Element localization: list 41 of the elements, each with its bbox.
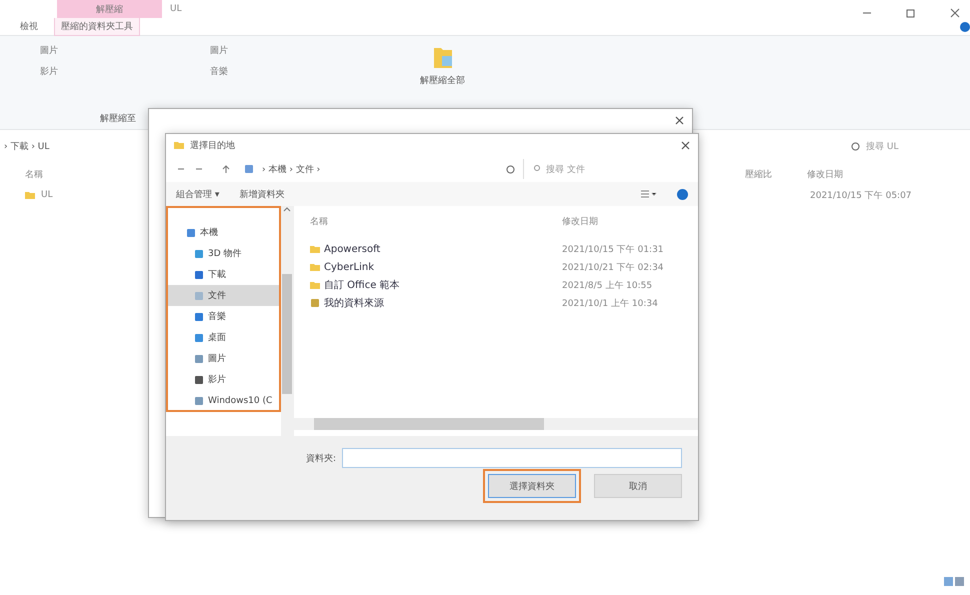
column-header[interactable]: 修改日期 — [562, 214, 682, 228]
dialog-title: 選擇目的地 — [190, 140, 235, 152]
ribbon-item[interactable]: 影片 — [40, 65, 150, 78]
group-label: 解壓縮至 — [100, 112, 136, 125]
table-cell-text: 2021/10/1 上午 10:34 — [562, 298, 659, 310]
file-name[interactable]: UL — [41, 190, 53, 200]
column-header[interactable]: 名稱 — [310, 214, 562, 228]
nav-item[interactable]: 影片 — [166, 369, 281, 390]
ribbon-tab[interactable]: 檢視 — [14, 18, 44, 35]
breadcrumb[interactable]: › 本機 › 文件 › — [262, 162, 498, 176]
table-cell-text: 2021/10/15 下午 01:31 — [562, 244, 665, 256]
column-header[interactable]: 修改日期 — [807, 170, 843, 180]
window-title: UL — [170, 4, 182, 14]
nav-item[interactable]: 圖片 — [166, 348, 281, 369]
nav-item[interactable]: 下載 — [166, 264, 281, 285]
file-name[interactable]: CyberLink — [324, 262, 374, 272]
toolbar-button[interactable]: 組合管理 ▾ — [176, 188, 220, 200]
nav-item[interactable]: 本機 — [166, 222, 281, 243]
field-label: 資料夾: — [306, 452, 336, 464]
nav-item[interactable]: 桌面 — [166, 327, 281, 348]
nav-item[interactable]: Windows10 (C — [166, 390, 281, 411]
nav-item[interactable]: 音樂 — [166, 306, 281, 327]
file-name[interactable]: Apowersoft — [324, 244, 380, 254]
nav-item[interactable]: 文件 — [166, 285, 281, 306]
column-header[interactable]: 名稱 — [25, 170, 43, 180]
breadcrumb[interactable]: › 下載 › UL — [4, 140, 50, 152]
ribbon-item[interactable]: 圖片 — [210, 44, 320, 57]
table-cell-text: 2021/8/5 上午 10:55 — [562, 280, 654, 292]
extract-all-button[interactable]: 解壓縮全部 — [420, 74, 465, 87]
file-name[interactable]: 自訂 Office 範本 — [324, 278, 400, 292]
ribbon-item[interactable]: 音樂 — [210, 65, 320, 78]
column-header[interactable]: 壓縮比 — [745, 170, 772, 180]
toolbar-button[interactable]: 新增資料夾 — [239, 188, 284, 200]
ribbon-item[interactable]: 圖片 — [40, 44, 150, 57]
ribbon-tab[interactable]: 壓縮的資料夾工具 — [54, 18, 140, 36]
table-cell-text: 2021/10/15 下午 05:07 — [810, 190, 913, 202]
cancel-button[interactable]: 取消 — [594, 474, 682, 498]
select-folder-button[interactable]: 選擇資料夾 — [488, 474, 576, 498]
nav-item[interactable]: 3D 物件 — [166, 243, 281, 264]
table-cell-text: 2021/10/21 下午 02:34 — [562, 262, 665, 274]
file-name[interactable]: 我的資料來源 — [324, 296, 384, 310]
